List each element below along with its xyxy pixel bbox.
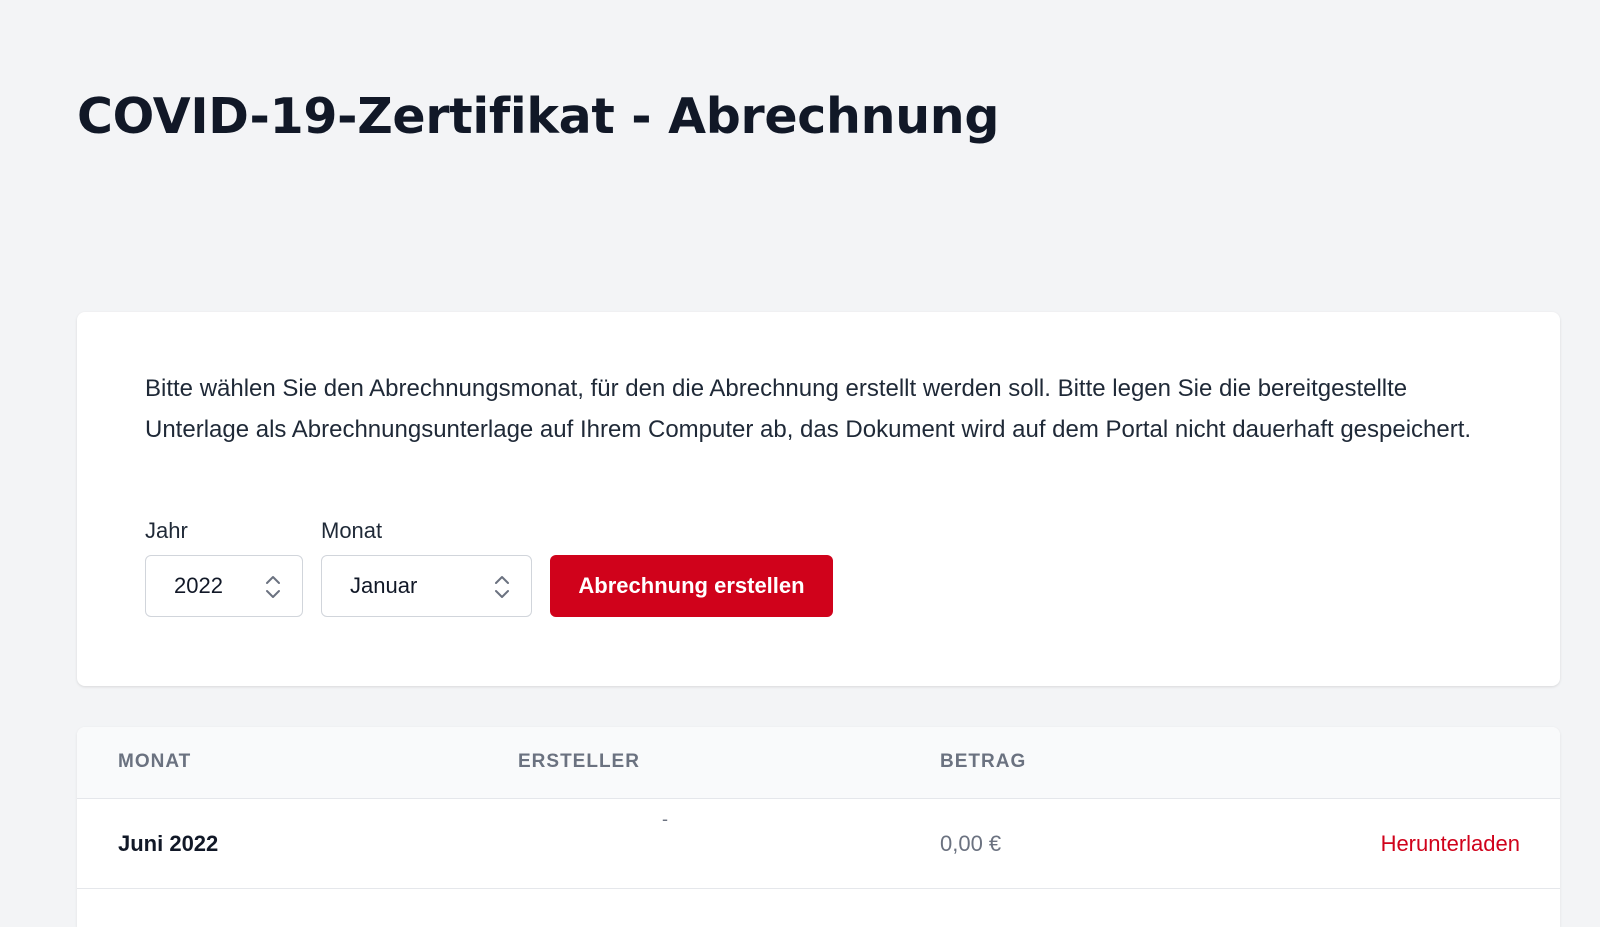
month-select-value: Januar [350, 573, 418, 598]
row-creator: - [662, 809, 668, 829]
table-header: MONAT ERSTELLER BETRAG [77, 727, 1560, 799]
billing-table: MONAT ERSTELLER BETRAG Juni 2022 - 0,00 … [77, 727, 1560, 927]
month-label: Monat [321, 518, 383, 543]
billing-form-card: Bitte wählen Sie den Abrechnungsmonat, f… [77, 312, 1560, 686]
create-billing-button[interactable]: Abrechnung erstellen [550, 555, 833, 617]
chevron-up-down-icon [266, 576, 280, 598]
intro-text: Bitte wählen Sie den Abrechnungsmonat, f… [145, 375, 1472, 443]
column-header-creator: ERSTELLER [518, 751, 640, 772]
column-header-amount: BETRAG [940, 751, 1027, 772]
download-link[interactable]: Herunterladen [1381, 831, 1520, 857]
table-row: Juni 2022 - 0,00 € Herunterladen [77, 799, 1560, 889]
page-title: COVID-19-Zertifikat - Abrechnung [77, 88, 1000, 145]
row-amount: 0,00 € [940, 831, 1002, 856]
year-select-value: 2022 [174, 573, 223, 598]
year-label: Jahr [145, 518, 188, 543]
month-select[interactable]: Januar [321, 555, 532, 617]
column-header-month: MONAT [118, 751, 192, 772]
row-month: Juni 2022 [118, 831, 219, 856]
chevron-up-down-icon [495, 576, 509, 598]
year-select[interactable]: 2022 [145, 555, 303, 617]
